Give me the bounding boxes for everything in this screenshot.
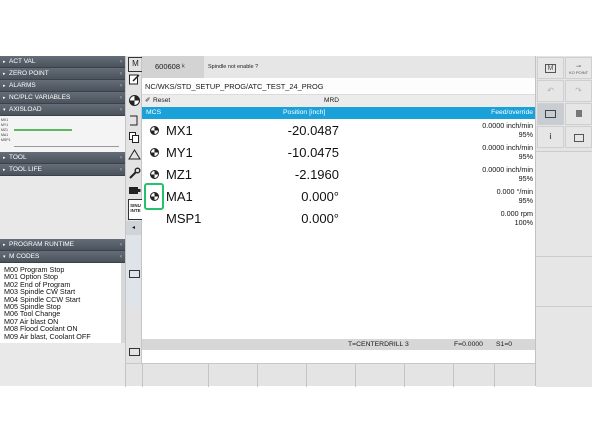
tool-status: T=CENTERDRILL 3 (348, 341, 409, 348)
left-panel: ▸ ACT VAL ‹ ▸ ZERO POINT ‹ ▸ ALARMS ‹ ▸ NC/PLC … (0, 56, 125, 386)
chevron-left-icon: ‹ (120, 95, 122, 101)
axisload-chart: MX1 MY1 MZ1 MA1 MSP1 (0, 116, 125, 154)
chevron-left-icon: ‹ (120, 107, 122, 113)
col-feed: Feed/override (491, 109, 533, 116)
axisload-label: MX1 (1, 118, 9, 122)
blank-area (142, 350, 535, 363)
chevron-left-icon: ‹ (120, 83, 122, 89)
softkey-8[interactable] (494, 364, 536, 387)
window-icon[interactable] (129, 270, 140, 278)
col-mcs: MCS (146, 109, 162, 116)
axis-table: MX1 -20.0487 0.0000 inch/min 95% MY1 -10.… (142, 119, 535, 339)
triangle-icon[interactable] (128, 148, 141, 161)
right-softkey-panel: M ⊸ KO POINT ↶ ↷ i (535, 56, 592, 387)
table-header: MCS Position [inch] Feed/override (142, 107, 535, 119)
softkey-2[interactable] (208, 364, 258, 387)
m-machine-icon[interactable]: M (128, 57, 143, 72)
status-row: ✐ Reset MRD (142, 95, 535, 107)
right-panel-divider (536, 306, 592, 307)
table-row[interactable]: MY1 -10.0475 0.0000 inch/min 95% (142, 142, 535, 163)
softkey-0[interactable] (125, 364, 143, 387)
settings-icon (575, 110, 582, 117)
m-code-item: M09 Air blast, Coolant OFF (4, 331, 91, 341)
program-id[interactable]: 600608 ᵏ (142, 56, 204, 78)
chevron-left-icon: ‹ (120, 167, 122, 173)
section-zero-point[interactable]: ▸ ZERO POINT ‹ (0, 68, 125, 80)
mode-status: MRD (324, 97, 340, 104)
machine-axis-icon (150, 170, 159, 179)
sinumerik-icon[interactable]: SINU INTE (128, 199, 143, 220)
right-panel-spacer (536, 151, 592, 387)
chevron-left-icon: ‹ (120, 254, 122, 260)
softkey-7[interactable] (453, 364, 495, 387)
reset-status: Reset (153, 97, 171, 104)
m-codes-list: M00 Program Stop M01 Option Stop M02 End… (0, 263, 125, 343)
machine-axis-icon (150, 192, 159, 201)
view-button[interactable] (537, 103, 564, 125)
status-message: Spindle not enable ? (208, 64, 259, 70)
settings-button[interactable] (565, 103, 592, 125)
reset-icon: ✐ (145, 97, 151, 104)
softkey-3[interactable] (257, 364, 307, 387)
camera-icon[interactable] (128, 184, 141, 197)
view-icon (545, 110, 556, 118)
window-icon-2[interactable] (129, 348, 140, 356)
softkey-1[interactable] (142, 364, 209, 387)
section-tool-life[interactable]: ▸ TOOL LIFE ‹ (0, 164, 125, 176)
undo-icon: ↶ (547, 86, 554, 95)
section-m-codes[interactable]: ▾ M CODES ‹ (0, 251, 125, 263)
table-row[interactable]: MA1 0.000° 0.000 °/min 95% (142, 183, 535, 210)
section-axisload[interactable]: ▾ AXISLOAD ‹ (0, 104, 125, 116)
axisload-label: MA1 (1, 133, 9, 137)
program-path: NC/WKS/STD_SETUP_PROG/ATC_TEST_24_PROG (142, 78, 535, 95)
ko-point-button[interactable]: ⊸ KO POINT (565, 57, 592, 79)
bottom-status-bar: T=CENTERDRILL 3 F=0.0000 S1=0 (142, 339, 535, 350)
softkey-5[interactable] (355, 364, 405, 387)
table-row[interactable]: MX1 -20.0487 0.0000 inch/min 95% (142, 120, 535, 141)
machine-axis-icon (150, 148, 159, 157)
copy-icon[interactable] (128, 131, 141, 144)
info-button[interactable]: i (537, 126, 564, 148)
program-flag-icon: ᵏ (182, 62, 185, 71)
camera-icon (573, 134, 584, 142)
axisload-bar (14, 129, 72, 131)
axisload-label: MZ1 (1, 128, 8, 132)
m-icon: M (544, 64, 557, 73)
redo-icon: ↷ (575, 86, 582, 95)
axisload-label: MY1 (1, 123, 9, 127)
camera-button[interactable] (565, 126, 592, 148)
info-icon: i (549, 132, 552, 141)
section-program-runtime[interactable]: ▸ PROGRAM RUNTIME ‹ (0, 239, 125, 251)
wrench-icon[interactable] (128, 167, 141, 180)
undo-button[interactable]: ↶ (537, 80, 564, 102)
col-position: Position [inch] (283, 109, 326, 116)
chevron-left-icon: ‹ (120, 242, 122, 248)
chevron-left-icon: ‹ (120, 59, 122, 65)
section-alarms[interactable]: ▸ ALARMS ‹ (0, 80, 125, 92)
spindle-status: S1=0 (496, 341, 513, 348)
collapse-arrow-icon[interactable]: ◂ (126, 221, 141, 235)
m-button[interactable]: M (537, 57, 564, 79)
program-header: 600608 ᵏ Spindle not enable ? (142, 56, 535, 78)
run-icon[interactable] (128, 94, 141, 107)
section-nc-plc-variables[interactable]: ▸ NC/PLC VARIABLES ‹ (0, 92, 125, 104)
vertical-icon-bar: M SINU INTE ◂ (125, 56, 143, 386)
section-act-val[interactable]: ▸ ACT VAL ‹ (0, 56, 125, 68)
softkey-4[interactable] (306, 364, 356, 387)
axisload-scale-line (14, 146, 119, 147)
right-panel-divider (536, 256, 592, 257)
horizontal-softkey-bar (125, 363, 536, 387)
axisload-label: MSP1 (1, 138, 11, 142)
table-row[interactable]: MSP1 0.000° 0.000 rpm 100% (142, 208, 535, 229)
chevron-left-icon: ‹ (120, 155, 122, 161)
softkey-6[interactable] (404, 364, 454, 387)
feed-status: F=0.0000 (454, 341, 483, 348)
redo-button[interactable]: ↷ (565, 80, 592, 102)
section-tool[interactable]: ▸ TOOL ‹ (0, 152, 125, 164)
machine-axis-icon (150, 126, 159, 135)
tool-icon[interactable] (128, 114, 141, 127)
edit-icon[interactable] (128, 73, 141, 86)
chevron-left-icon: ‹ (120, 71, 122, 77)
table-row[interactable]: MZ1 -2.1960 0.0000 inch/min 95% (142, 164, 535, 185)
